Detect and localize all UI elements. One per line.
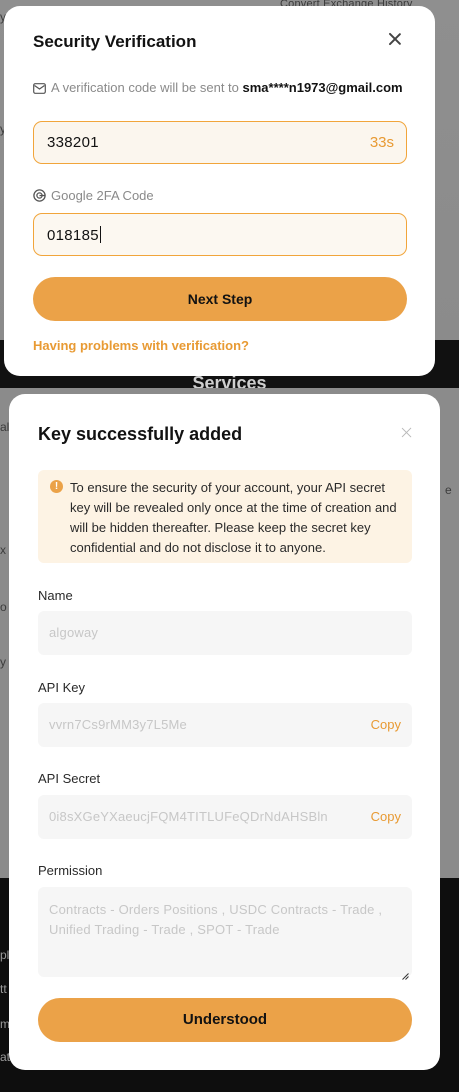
understood-button[interactable]: Understood (38, 998, 412, 1042)
masked-email: sma****n1973@gmail.com (242, 80, 403, 95)
next-step-button[interactable]: Next Step (33, 277, 407, 321)
notice-text: A verification code will be sent to (51, 80, 239, 95)
modal-title: Security Verification (33, 32, 197, 51)
close-icon[interactable] (398, 424, 416, 442)
security-verification-modal: Security Verification A verification cod… (4, 6, 435, 376)
mail-icon (33, 80, 46, 99)
google-2fa-label-text: Google 2FA Code (51, 188, 154, 203)
resend-countdown: 33s (369, 134, 394, 151)
api-key-field: vvrn7Cs9rMM3y7L5Me Copy (38, 703, 412, 747)
verification-notice: A verification code will be sent to sma*… (33, 78, 413, 99)
background-text-fragment: pl (0, 948, 10, 962)
google-2fa-input[interactable]: 018185 (33, 213, 407, 256)
copy-api-secret-button[interactable]: Copy (371, 809, 401, 824)
api-secret-value: 0i8sXGeYXaeucjFQM4TITLUFeQDrNdAHSBln (49, 809, 328, 824)
permission-label: Permission (38, 863, 103, 878)
google-2fa-digits: 018185 (47, 227, 99, 244)
security-warning-box: ! To ensure the security of your account… (38, 470, 412, 563)
verification-help-link[interactable]: Having problems with verification? (33, 338, 249, 353)
security-warning-text: To ensure the security of your account, … (70, 480, 397, 555)
api-secret-label: API Secret (38, 771, 101, 786)
key-added-modal: Key successfully added ! To ensure the s… (9, 394, 440, 1070)
copy-api-key-button[interactable]: Copy (371, 717, 401, 732)
google-2fa-label: Google 2FA Code (33, 188, 154, 205)
warning-icon: ! (50, 480, 63, 493)
background-text-fragment: e (445, 483, 452, 497)
google-icon (33, 189, 46, 205)
background-text-fragment: tt (0, 982, 7, 996)
api-secret-field: 0i8sXGeYXaeucjFQM4TITLUFeQDrNdAHSBln Cop… (38, 795, 412, 839)
background-text-fragment: o (0, 600, 7, 614)
resize-handle-icon[interactable] (402, 967, 409, 980)
close-icon[interactable] (386, 30, 404, 48)
google-2fa-value: 018185 (47, 226, 101, 244)
api-key-value: vvrn7Cs9rMM3y7L5Me (49, 717, 187, 732)
email-code-value: 338201 (47, 134, 99, 151)
permission-textarea[interactable]: Contracts - Orders Positions , USDC Cont… (38, 887, 412, 980)
modal-title: Key successfully added (38, 424, 243, 444)
background-text-fragment: y (0, 655, 6, 669)
email-code-input[interactable]: 338201 33s (33, 121, 407, 164)
name-label: Name (38, 588, 73, 603)
name-value: algoway (49, 625, 99, 640)
name-field: algoway (38, 611, 412, 655)
background-text-fragment: x (0, 543, 6, 557)
text-caret (99, 226, 101, 243)
api-key-label: API Key (38, 680, 85, 695)
permission-value: Contracts - Orders Positions , USDC Cont… (49, 902, 383, 937)
